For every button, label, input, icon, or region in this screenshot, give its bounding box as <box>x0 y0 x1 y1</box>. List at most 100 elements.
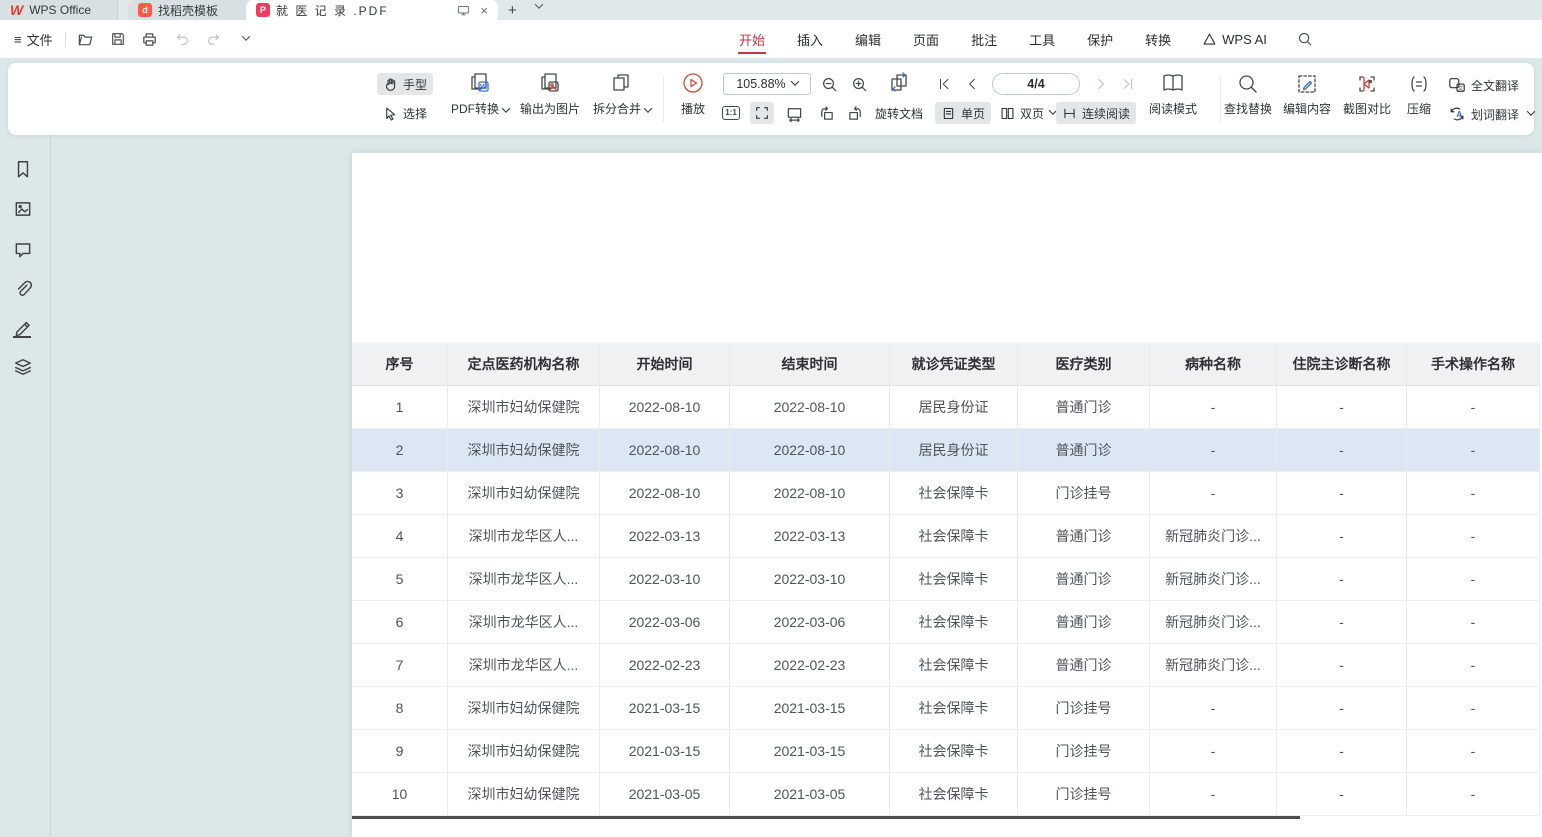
svg-text:A: A <box>1456 110 1462 119</box>
play-icon <box>655 67 731 95</box>
tab-list-chevron-icon[interactable] <box>535 0 543 8</box>
swap-pages-icon[interactable] <box>888 71 910 93</box>
split-merge-button[interactable]: 拆分合并 <box>584 67 660 117</box>
export-image-button[interactable]: 输出为图片 <box>512 67 588 117</box>
menu-tab-7[interactable]: 转换 <box>1144 20 1172 59</box>
table-cell: 2022-08-10 <box>730 429 890 472</box>
divider <box>65 32 66 47</box>
thumbnails-panel-button[interactable] <box>13 199 33 219</box>
menu-tab-4[interactable]: 批注 <box>970 20 998 59</box>
search-icon[interactable] <box>1297 31 1313 47</box>
close-icon[interactable]: × <box>480 3 488 18</box>
attachments-panel-button[interactable] <box>13 279 33 299</box>
tab-wps-office[interactable]: W WPS Office <box>0 0 118 20</box>
table-cell: 6 <box>352 601 448 644</box>
table-cell: 普通门诊 <box>1018 558 1150 601</box>
read-mode-button[interactable]: 阅读模式 <box>1133 67 1213 117</box>
zoom-level-input[interactable]: 105.88% <box>723 73 811 95</box>
tab-docer-templates[interactable]: d 找稻壳模板 <box>128 0 252 20</box>
table-bottom-border <box>352 816 1300 819</box>
fit-page-button[interactable] <box>750 102 774 124</box>
double-page-icon <box>1000 106 1015 121</box>
file-label: 文件 <box>27 30 53 49</box>
table-cell: - <box>1407 386 1540 429</box>
table-cell: - <box>1277 730 1407 773</box>
table-header-cell: 病种名称 <box>1150 343 1277 386</box>
page-indicator-input[interactable]: 4/4 <box>992 73 1080 95</box>
single-page-button[interactable]: 单页 <box>935 102 991 124</box>
paperclip-icon <box>13 279 33 299</box>
word-translate-button[interactable]: A 划词翻译 <box>1448 103 1534 125</box>
rotate-right-icon[interactable] <box>844 102 866 124</box>
full-translate-button[interactable]: A 文 全文翻译 <box>1448 74 1519 96</box>
menu-tab-3[interactable]: 页面 <box>912 20 940 59</box>
menu-tab-2[interactable]: 编辑 <box>854 20 882 59</box>
first-page-button[interactable] <box>933 73 955 95</box>
fit-width-button[interactable] <box>783 102 805 124</box>
pdf-convert-label: PDF转换 <box>451 102 499 116</box>
table-cell: - <box>1150 386 1277 429</box>
new-tab-button[interactable]: + <box>508 0 517 20</box>
double-page-button[interactable]: 双页 <box>994 102 1062 124</box>
menu-tab-5[interactable]: 工具 <box>1028 20 1056 59</box>
split-merge-label: 拆分合并 <box>593 102 641 116</box>
image-icon <box>13 199 33 219</box>
table-row: 6深圳市龙华区人...2022-03-062022-03-06社会保障卡普通门诊… <box>352 601 1540 644</box>
chevron-down-icon <box>502 104 510 112</box>
table-row: 1深圳市妇幼保健院2022-08-102022-08-10居民身份证普通门诊--… <box>352 386 1540 429</box>
table-cell: - <box>1150 687 1277 730</box>
save-icon[interactable] <box>106 27 130 51</box>
one-to-one-icon: 1:1 <box>722 106 740 120</box>
layers-panel-button[interactable] <box>13 357 33 377</box>
table-cell: 7 <box>352 644 448 687</box>
table-cell: 门诊挂号 <box>1018 687 1150 730</box>
table-cell: - <box>1150 730 1277 773</box>
previous-page-button[interactable] <box>961 73 983 95</box>
docer-logo-icon: d <box>138 3 152 17</box>
table-cell: 深圳市妇幼保健院 <box>448 730 600 773</box>
table-cell: 深圳市妇幼保健院 <box>448 472 600 515</box>
page-indicator: 4/4 <box>1027 77 1044 91</box>
table-cell: 新冠肺炎门诊... <box>1150 601 1277 644</box>
full-translate-icon: A 文 <box>1448 76 1466 94</box>
file-menu-button[interactable]: ≡ 文件 <box>10 30 57 49</box>
monitor-icon[interactable] <box>457 4 470 17</box>
compress-label: 压缩 <box>1407 102 1431 116</box>
table-cell: 深圳市妇幼保健院 <box>448 687 600 730</box>
rotate-document-button[interactable]: 旋转文档 <box>869 102 929 124</box>
select-tool-button[interactable]: 选择 <box>377 102 433 124</box>
table-cell: 5 <box>352 558 448 601</box>
hand-tool-button[interactable]: 手型 <box>377 73 433 95</box>
table-cell: 2022-02-23 <box>600 644 730 687</box>
compress-icon <box>1389 67 1449 95</box>
menu-tab-1[interactable]: 插入 <box>796 20 824 59</box>
tab-document-active[interactable]: P 就 医 记 录 .PDF × <box>246 0 498 20</box>
zoom-in-button[interactable] <box>848 73 870 95</box>
continuous-reading-button[interactable]: 连续阅读 <box>1056 102 1136 124</box>
table-cell: - <box>1407 730 1540 773</box>
menu-tab-0[interactable]: 开始 <box>738 20 766 59</box>
undo-icon[interactable] <box>170 27 194 51</box>
open-file-icon[interactable] <box>74 27 98 51</box>
tab-label: 就 医 记 录 .PDF <box>276 2 451 19</box>
rotate-left-icon[interactable] <box>815 102 837 124</box>
wps-ai-button[interactable]: WPS AI <box>1202 32 1267 47</box>
actual-size-button[interactable]: 1:1 <box>720 102 742 124</box>
table-cell: 1 <box>352 386 448 429</box>
next-page-button[interactable] <box>1090 73 1112 95</box>
pdf-convert-button[interactable]: W PDF转换 <box>442 67 518 117</box>
menu-tab-6[interactable]: 保护 <box>1086 20 1114 59</box>
quick-access-chevron-icon[interactable] <box>234 27 258 51</box>
bookmarks-panel-button[interactable] <box>13 159 33 179</box>
continuous-reading-label: 连续阅读 <box>1082 105 1130 122</box>
table-cell: 2022-08-10 <box>730 386 890 429</box>
zoom-out-button[interactable] <box>818 73 840 95</box>
print-icon[interactable] <box>138 27 162 51</box>
compress-button[interactable]: 压缩 <box>1389 67 1449 117</box>
table-cell: 社会保障卡 <box>890 644 1018 687</box>
comments-panel-button[interactable] <box>13 239 33 259</box>
full-translate-label: 全文翻译 <box>1471 77 1519 94</box>
signature-panel-button[interactable] <box>13 317 33 337</box>
table-cell: 社会保障卡 <box>890 687 1018 730</box>
redo-icon[interactable] <box>202 27 226 51</box>
